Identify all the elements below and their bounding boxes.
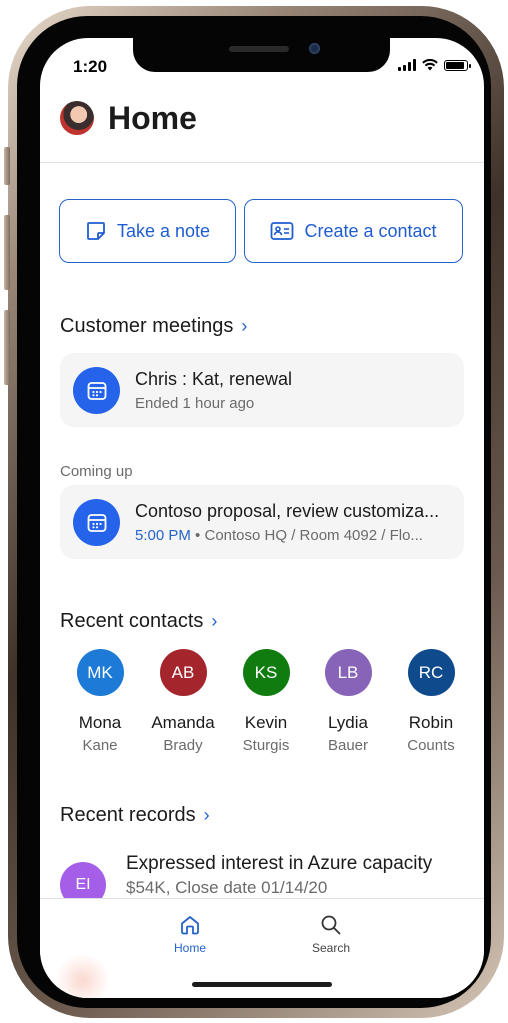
record-title: Expressed interest in Azure capacity: [126, 853, 433, 874]
record-subtitle: $54K, Close date 01/14/20: [126, 878, 328, 897]
battery-icon: [444, 59, 471, 71]
take-note-button[interactable]: Take a note: [59, 199, 236, 263]
meeting-card-recent[interactable]: Chris : Kat, renewal Ended 1 hour ago: [60, 353, 464, 427]
contact-avatar: LB: [324, 649, 372, 696]
coming-up-label: Coming up: [60, 463, 133, 480]
create-contact-label: Create a contact: [304, 220, 437, 241]
contact-item[interactable]: AB Amanda Brady: [142, 649, 224, 754]
contact-item[interactable]: RC Robin Counts: [390, 649, 472, 754]
status-icons: [398, 59, 471, 71]
profile-avatar[interactable]: [60, 101, 94, 135]
mute-switch: [4, 147, 10, 185]
calendar-icon: [73, 499, 120, 546]
contact-last-name: Bauer: [327, 737, 369, 754]
contact-last-name: Brady: [163, 737, 203, 754]
calendar-icon: [73, 367, 120, 414]
meeting-status: Ended 1 hour ago: [135, 395, 255, 412]
notch: [133, 38, 390, 72]
meeting-title: Contoso proposal, review customiza...: [135, 501, 440, 521]
battery-fill: [446, 61, 464, 69]
tab-home[interactable]: Home: [155, 913, 225, 955]
wifi-icon: [422, 59, 438, 71]
recent-records-header[interactable]: Recent records ›: [60, 804, 210, 827]
customer-meetings-header[interactable]: Customer meetings ›: [60, 315, 247, 338]
contact-last-name: Sturgis: [242, 737, 290, 754]
chevron-right-icon: ›: [211, 611, 218, 631]
page-title: Home: [108, 100, 197, 136]
contact-first-name: Amanda: [151, 713, 215, 732]
contact-item[interactable]: KS Kevin Sturgis: [225, 649, 307, 754]
contact-item[interactable]: MK Mona Kane: [59, 649, 141, 754]
tab-bar: Home Search: [40, 898, 484, 998]
chevron-right-icon: ›: [203, 805, 210, 825]
contact-card-icon: [271, 222, 294, 240]
contact-item[interactable]: LB Lydia Bauer: [307, 649, 389, 754]
home-icon: [181, 916, 199, 935]
meeting-location: Contoso HQ / Room 4092 / Flo...: [204, 527, 423, 544]
contact-avatar: KS: [242, 649, 290, 696]
tab-home-label: Home: [173, 941, 206, 955]
app-screen: 1:20 Home Take a note Create a contact C…: [40, 38, 484, 998]
contact-avatar: MK: [76, 649, 124, 696]
recent-records-title: Recent records: [60, 804, 196, 826]
meeting-title: Chris : Kat, renewal: [135, 369, 293, 389]
meeting-card-upcoming[interactable]: Contoso proposal, review customiza... 5:…: [60, 485, 464, 559]
create-contact-button[interactable]: Create a contact: [244, 199, 463, 263]
contact-avatar: AB: [159, 649, 207, 696]
contact-first-name: Kevin: [244, 713, 288, 732]
customer-meetings-title: Customer meetings: [60, 315, 234, 337]
volume-down-button: [4, 310, 10, 385]
contact-first-name: Robin: [408, 713, 454, 732]
contact-first-name: Lydia: [327, 713, 368, 732]
home-indicator[interactable]: [192, 982, 332, 987]
signal-icon: [398, 59, 416, 71]
note-icon: [87, 222, 105, 240]
meeting-time: 5:00 PM: [135, 527, 191, 544]
contact-first-name: Mona: [78, 713, 122, 732]
recent-contacts-header[interactable]: Recent contacts ›: [60, 610, 217, 633]
tab-search[interactable]: Search: [296, 913, 366, 955]
status-time: 1:20: [73, 57, 108, 76]
front-camera: [309, 43, 320, 54]
contact-avatar: RC: [407, 649, 455, 696]
contact-last-name: Counts: [407, 737, 455, 754]
meeting-details: 5:00 PM • Contoso HQ / Room 4092 / Flo..…: [135, 527, 423, 544]
tab-search-label: Search: [311, 941, 351, 955]
contact-last-name: Kane: [82, 737, 118, 754]
take-note-label: Take a note: [116, 220, 211, 241]
recent-contacts-title: Recent contacts: [60, 610, 204, 632]
meeting-separator: •: [195, 527, 201, 544]
volume-up-button: [4, 215, 10, 290]
search-icon: [321, 915, 341, 935]
speaker: [229, 46, 289, 52]
chevron-right-icon: ›: [241, 316, 248, 336]
background-glow: [55, 953, 110, 998]
page-header: Home: [40, 98, 484, 163]
